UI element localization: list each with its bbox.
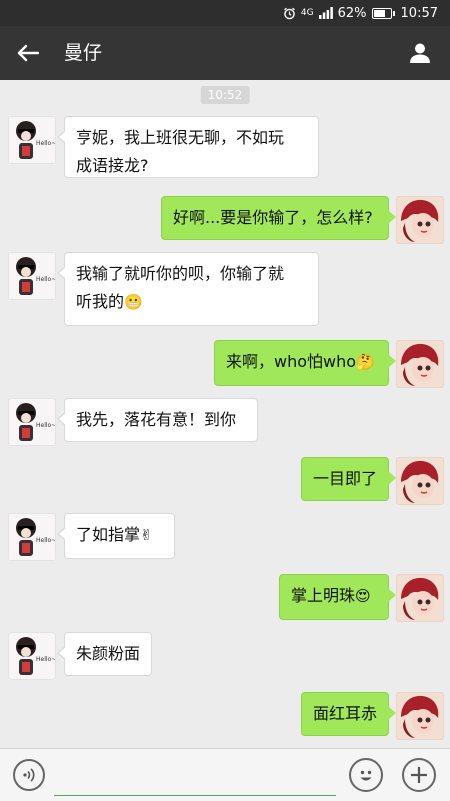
contact-avatar[interactable]: Hello~ [8,513,56,561]
message-outgoing: 面红耳赤 [0,692,450,740]
victory-hand-emoji-icon: ✌ [140,526,153,544]
input-bar [0,748,450,801]
status-bar: 4G 62% 10:57 [0,0,450,26]
alarm-icon [283,7,296,20]
chat-title: 曼仔 [64,42,103,64]
heart-eyes-emoji-icon: 😍 [355,587,371,605]
my-avatar[interactable] [396,340,444,388]
contact-avatar[interactable]: Hello~ [8,398,56,446]
message-outgoing: 来啊，who怕who🤔 [0,340,450,388]
timestamp-label: 10:52 [200,86,250,104]
contact-avatar[interactable]: Hello~ [8,116,56,164]
message-outgoing: 好啊...要是你输了，怎么样? [0,196,450,244]
svg-text:Hello~: Hello~ [36,140,55,147]
message-text: 了如指掌 [76,525,141,544]
message-text: 朱颜粉面 [76,644,141,663]
chat-info-button[interactable] [402,35,438,71]
my-avatar[interactable] [396,196,444,244]
message-bubble[interactable]: 了如指掌✌ [57,513,175,559]
message-incoming: Hello~ 我输了就听你的呗，你输了就 听我的😬 [0,252,450,328]
svg-text:Hello~: Hello~ [36,276,55,283]
message-bubble[interactable]: 一目即了 [301,457,396,501]
my-avatar[interactable] [396,574,444,622]
arrow-left-icon [17,44,39,62]
contact-avatar[interactable]: Hello~ [8,252,56,300]
svg-text:Hello~: Hello~ [36,537,55,544]
message-text: 好啊...要是你输了，怎么样? [173,208,373,227]
message-bubble[interactable]: 来啊，who怕who🤔 [214,340,396,386]
message-text: 听我的 [76,292,125,311]
message-incoming: Hello~ 亨妮，我上班很无聊，不如玩 成语接龙? [0,116,450,178]
message-bubble[interactable]: 掌上明珠😍 [279,574,396,620]
message-bubble[interactable]: 我输了就听你的呗，你输了就 听我的😬 [57,252,319,326]
my-avatar[interactable] [396,692,444,740]
contact-avatar[interactable]: Hello~ [8,632,56,680]
message-incoming: Hello~ 了如指掌✌ [0,513,450,561]
message-text: 我先，落花有意！到你 [76,410,237,429]
message-incoming: Hello~ 我先，落花有意！到你 [0,398,450,446]
message-bubble[interactable]: 面红耳赤 [301,692,396,736]
message-outgoing: 一目即了 [0,457,450,505]
message-text: 面红耳赤 [313,704,378,723]
message-text: 来啊，who怕who [226,352,357,371]
message-text: 亨妮，我上班很无聊，不如玩 [76,128,285,147]
my-avatar[interactable] [396,457,444,505]
voice-wave-icon [23,768,35,782]
message-list[interactable]: 10:52 Hello~ 亨妮，我上班很无聊，不如玩 成语接龙? 好啊...要是… [0,80,450,748]
message-text: 一目即了 [313,469,378,488]
message-text: 成语接龙? [76,156,149,175]
thinking-emoji-icon: 🤔 [356,353,375,371]
back-button[interactable] [10,35,46,71]
battery-percent: 62% [337,5,367,21]
message-bubble[interactable]: 亨妮，我上班很无聊，不如玩 成语接龙? [57,116,319,178]
emoji-button[interactable] [349,758,383,792]
network-type-label: 4G [300,8,314,18]
voice-input-button[interactable] [13,759,45,791]
more-options-button[interactable] [402,758,436,792]
svg-text:Hello~: Hello~ [36,422,55,429]
message-text: 掌上明珠 [291,586,356,605]
svg-text:Hello~: Hello~ [36,656,55,663]
smiley-icon [360,770,372,781]
message-text: 我输了就听你的呗，你输了就 [76,264,285,283]
signal-icon [318,7,333,19]
message-incoming: Hello~ 朱颜粉面 [0,632,450,680]
title-bar: 曼仔 [0,26,450,80]
clock: 10:57 [400,5,438,21]
message-outgoing: 掌上明珠😍 [0,574,450,622]
message-bubble[interactable]: 我先，落花有意！到你 [57,398,258,442]
plus-icon [411,767,427,783]
battery-icon [371,7,395,19]
battery-level [373,9,385,17]
person-icon [410,43,430,63]
message-bubble[interactable]: 好啊...要是你输了，怎么样? [161,196,396,240]
message-input[interactable] [54,757,336,796]
message-bubble[interactable]: 朱颜粉面 [57,632,152,676]
grimace-emoji-icon: 😬 [124,293,143,311]
